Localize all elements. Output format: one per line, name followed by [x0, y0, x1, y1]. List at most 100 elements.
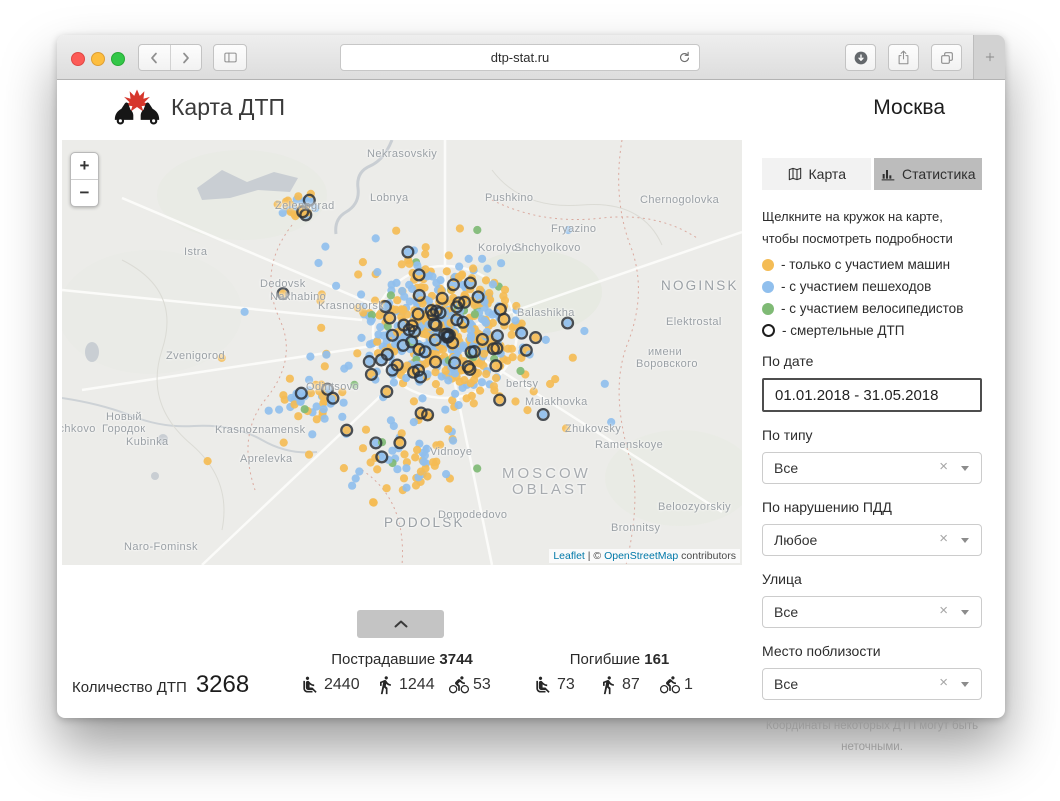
accident-marker[interactable]: [332, 282, 340, 290]
tab-statistics[interactable]: Статистика: [874, 158, 983, 190]
accident-marker[interactable]: [456, 224, 464, 232]
accident-marker[interactable]: [373, 465, 381, 473]
clear-icon[interactable]: ×: [939, 602, 948, 619]
accident-marker[interactable]: [387, 416, 395, 424]
accident-marker[interactable]: [357, 334, 365, 342]
accident-marker[interactable]: [280, 439, 288, 447]
accident-marker[interactable]: [455, 401, 463, 409]
chevron-down-icon[interactable]: [961, 610, 969, 615]
accident-marker[interactable]: [428, 272, 436, 280]
accident-marker[interactable]: [402, 484, 410, 492]
accident-marker[interactable]: [279, 209, 287, 217]
minimize-window-button[interactable]: [91, 52, 105, 66]
accident-marker[interactable]: [478, 255, 486, 263]
accident-marker[interactable]: [470, 399, 478, 407]
accident-marker[interactable]: [432, 380, 440, 388]
accident-marker[interactable]: [445, 251, 453, 259]
accident-marker[interactable]: [404, 248, 412, 256]
accident-marker[interactable]: [456, 378, 464, 386]
accident-marker[interactable]: [320, 405, 328, 413]
accident-marker[interactable]: [580, 327, 588, 335]
accident-marker[interactable]: [317, 324, 325, 332]
accident-marker[interactable]: [421, 250, 429, 258]
accident-marker[interactable]: [482, 276, 490, 284]
accident-marker[interactable]: [321, 243, 329, 251]
accident-marker[interactable]: [294, 412, 302, 420]
accident-marker[interactable]: [523, 406, 531, 414]
reload-button[interactable]: [677, 50, 692, 68]
accident-marker[interactable]: [350, 381, 358, 389]
chevron-down-icon[interactable]: [961, 538, 969, 543]
accident-marker[interactable]: [413, 261, 421, 269]
accident-marker[interactable]: [387, 291, 395, 299]
accident-marker[interactable]: [383, 388, 391, 396]
accident-marker[interactable]: [564, 319, 572, 327]
accident-marker[interactable]: [443, 267, 451, 275]
accident-marker[interactable]: [539, 410, 547, 418]
accident-marker[interactable]: [444, 425, 452, 433]
accident-marker[interactable]: [469, 264, 477, 272]
accident-marker[interactable]: [371, 297, 379, 305]
accident-marker[interactable]: [511, 397, 519, 405]
fullscreen-window-button[interactable]: [111, 52, 125, 66]
accident-marker[interactable]: [508, 331, 516, 339]
accident-marker[interactable]: [318, 290, 326, 298]
tab-map[interactable]: Карта: [762, 158, 871, 190]
accident-marker[interactable]: [301, 405, 309, 413]
leaflet-link[interactable]: Leaflet: [553, 550, 585, 562]
tab-overview-button[interactable]: [931, 44, 962, 71]
accident-marker[interactable]: [504, 345, 512, 353]
chevron-down-icon[interactable]: [961, 466, 969, 471]
accident-marker[interactable]: [470, 376, 478, 384]
accident-marker[interactable]: [354, 270, 362, 278]
accident-marker[interactable]: [340, 464, 348, 472]
accident-marker[interactable]: [455, 263, 463, 271]
chevron-down-icon[interactable]: [961, 682, 969, 687]
accident-marker[interactable]: [359, 258, 367, 266]
accident-marker[interactable]: [340, 399, 348, 407]
accident-marker[interactable]: [374, 330, 382, 338]
accident-marker[interactable]: [411, 453, 419, 461]
accident-marker[interactable]: [392, 279, 400, 287]
accident-marker[interactable]: [372, 234, 380, 242]
accident-marker[interactable]: [423, 472, 431, 480]
accident-marker[interactable]: [436, 387, 444, 395]
accident-marker[interactable]: [362, 426, 370, 434]
accident-marker[interactable]: [483, 265, 491, 273]
accident-marker[interactable]: [423, 445, 431, 453]
accident-marker[interactable]: [286, 375, 294, 383]
accident-marker[interactable]: [306, 353, 314, 361]
new-tab-button[interactable]: [973, 35, 1005, 79]
date-range-input[interactable]: 01.01.2018 - 31.05.2018: [762, 378, 982, 412]
accident-marker[interactable]: [274, 200, 282, 208]
accident-marker[interactable]: [501, 286, 509, 294]
accident-marker[interactable]: [467, 332, 475, 340]
accident-marker[interactable]: [410, 418, 418, 426]
accident-marker[interactable]: [478, 378, 486, 386]
accident-marker[interactable]: [493, 332, 501, 340]
downloads-button[interactable]: [845, 44, 876, 71]
accident-marker[interactable]: [359, 444, 367, 452]
forward-button[interactable]: [170, 45, 202, 70]
accident-marker[interactable]: [564, 226, 572, 234]
accident-marker[interactable]: [412, 481, 420, 489]
accident-marker[interactable]: [405, 281, 413, 289]
accident-marker[interactable]: [451, 390, 459, 398]
accident-marker[interactable]: [321, 362, 329, 370]
accident-marker[interactable]: [348, 482, 356, 490]
accident-marker[interactable]: [305, 451, 313, 459]
accident-marker[interactable]: [308, 430, 316, 438]
accident-marker[interactable]: [473, 464, 481, 472]
accident-marker[interactable]: [518, 329, 526, 337]
accident-marker[interactable]: [353, 349, 361, 357]
accident-marker[interactable]: [562, 424, 570, 432]
accident-marker[interactable]: [343, 426, 351, 434]
accident-marker[interactable]: [441, 406, 449, 414]
accident-marker[interactable]: [396, 439, 404, 447]
accident-marker[interactable]: [400, 474, 408, 482]
street-select[interactable]: Все×: [762, 596, 982, 628]
accident-marker[interactable]: [471, 310, 479, 318]
accident-marker[interactable]: [569, 354, 577, 362]
accident-marker[interactable]: [607, 418, 615, 426]
accident-marker[interactable]: [551, 375, 559, 383]
